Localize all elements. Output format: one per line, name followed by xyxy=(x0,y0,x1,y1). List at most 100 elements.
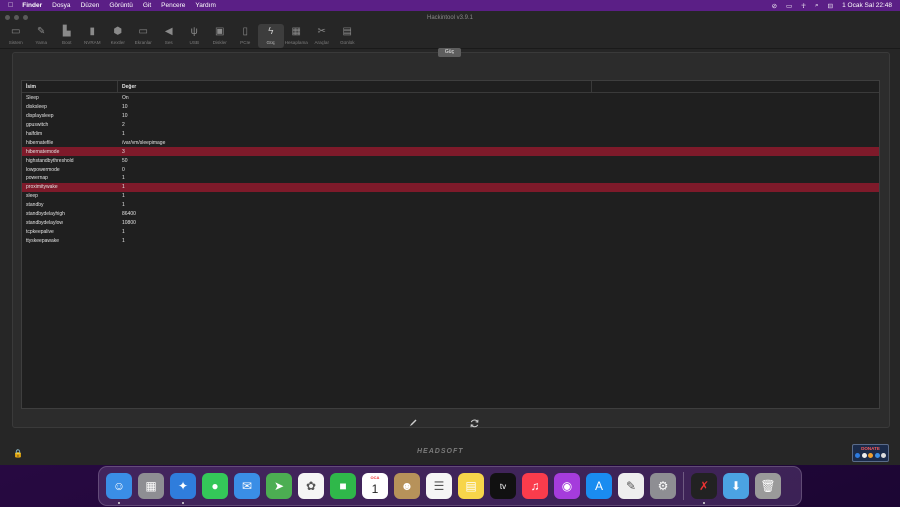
dock-trash-icon[interactable]: 🗑 xyxy=(755,473,781,499)
dock-messages-icon[interactable]: ● xyxy=(202,473,228,499)
power-settings-table[interactable]: İsim Değer Sleep On disksleep 10 displayslee… xyxy=(21,80,880,409)
toolbar-tab-power[interactable]: ϟ Güç xyxy=(258,24,284,48)
dock-app-store-icon[interactable]: A xyxy=(586,473,612,499)
edit-pencil-icon[interactable] xyxy=(408,418,418,428)
toolbar-tab-sound[interactable]: ◀ Ses xyxy=(156,24,182,48)
zoom-button[interactable] xyxy=(23,15,28,20)
cell-name: standbydelayhigh xyxy=(26,211,65,218)
toolbar-tab-system[interactable]: ▭ Sistem xyxy=(3,24,29,48)
toolbar-tab-label: Günlük xyxy=(339,40,355,45)
toolbar-tab-patch[interactable]: ✎ Yama xyxy=(29,24,55,48)
cell-name: highstandbythreshold xyxy=(26,157,74,164)
dock-notes-icon[interactable]: ▤ xyxy=(458,473,484,499)
accessibility-icon[interactable]: ☥ xyxy=(801,2,806,10)
table-row[interactable]: powernap 1 xyxy=(22,174,879,183)
toolbar-tab-pcie[interactable]: ▯ PCIe xyxy=(233,24,259,48)
search-icon[interactable]: ⌕ xyxy=(815,2,819,10)
table-row[interactable]: halfdim 1 xyxy=(22,130,879,139)
cell-name: hibernatemode xyxy=(26,148,60,155)
table-row[interactable]: hibernatemode 3 xyxy=(22,147,879,157)
donate-button[interactable]: DONATE xyxy=(852,444,889,462)
cell-value: 1 xyxy=(122,237,125,244)
menu-go[interactable]: Git xyxy=(143,2,151,9)
toolbar-tab-label: NVRAM xyxy=(83,40,101,45)
toolbar-tab-nvram[interactable]: ▮ NVRAM xyxy=(80,24,106,48)
menu-edit[interactable]: Düzen xyxy=(81,2,100,9)
dock-podcasts-icon[interactable]: ◉ xyxy=(554,473,580,499)
table-row[interactable]: proximitywake 1 xyxy=(22,182,879,192)
table-row[interactable]: tcpkeepalive 1 xyxy=(22,227,879,236)
running-indicator xyxy=(703,502,705,504)
menu-help[interactable]: Yardım xyxy=(195,2,215,9)
dock-music-icon[interactable]: ♫ xyxy=(522,473,548,499)
table-row[interactable]: displaysleep 10 xyxy=(22,112,879,121)
dock-launchpad-icon[interactable]: ▦ xyxy=(138,473,164,499)
kexts-icon: ⬢ xyxy=(113,26,123,37)
table-row[interactable]: ttyskeepawake 1 xyxy=(22,236,879,245)
toolbar-tab-label: PCIe xyxy=(240,40,251,45)
toolbar-tab-usb[interactable]: ψ USB xyxy=(182,24,208,48)
calculator-icon: ▦ xyxy=(291,26,301,37)
menu-window[interactable]: Pencere xyxy=(161,2,185,9)
minimize-button[interactable] xyxy=(14,15,19,20)
running-indicator xyxy=(182,502,184,504)
table-row[interactable]: Sleep On xyxy=(22,94,879,103)
toolbar-tab-displays[interactable]: ▭ Ekranlar xyxy=(131,24,157,48)
toolbar-tab-log[interactable]: ▤ Günlük xyxy=(335,24,361,48)
cell-value: 1 xyxy=(122,131,125,137)
toolbar-tab-calculator[interactable]: ▦ Hesaplama xyxy=(284,24,310,48)
cast-off-icon[interactable]: ⊘ xyxy=(772,2,777,10)
table-row[interactable]: disksleep 10 xyxy=(22,103,879,112)
column-header-name[interactable]: İsim xyxy=(22,80,118,93)
table-row[interactable]: hibernatefile/var/vm/sleepimage xyxy=(22,138,879,147)
toolbar-tab-label: Araçlar xyxy=(314,40,330,45)
toolbar-tab-boot[interactable]: ▙ Boot xyxy=(54,24,80,48)
toolbar-tab-label: Sistem xyxy=(8,40,23,45)
table-row[interactable]: sleep 1 xyxy=(22,192,879,201)
dock-downloads-icon[interactable]: ⬇ xyxy=(723,473,749,499)
power-group-button[interactable]: Güç xyxy=(438,48,461,57)
dock-calendar-icon[interactable]: OCA 1 xyxy=(362,473,388,499)
dock-apple-tv-icon[interactable]: tv xyxy=(490,473,516,499)
menubar-clock[interactable]: 1 Ocak Sal 22:48 xyxy=(842,2,892,9)
table-row[interactable]: standby 1 xyxy=(22,201,879,210)
refresh-icon[interactable] xyxy=(469,418,480,429)
dock-finder-icon[interactable]: ☺ xyxy=(106,473,132,504)
pcie-icon: ▯ xyxy=(242,26,248,37)
menu-view[interactable]: Görüntü xyxy=(109,2,133,9)
dock-photos-icon[interactable]: ✿ xyxy=(298,473,324,499)
table-row[interactable]: highstandbythreshold 50 xyxy=(22,156,879,165)
table-row[interactable]: lowpowermode 0 xyxy=(22,165,879,174)
control-center-icon[interactable]: ⊟ xyxy=(828,2,833,10)
toolbar-tab-label: Diskler xyxy=(212,40,227,45)
dock-contacts-icon[interactable]: ☻ xyxy=(394,473,420,499)
dock-reminders-icon[interactable]: ☰ xyxy=(426,473,452,499)
table-row[interactable]: standbydelaylow 10800 xyxy=(22,218,879,227)
column-header-value[interactable]: Değer xyxy=(118,80,592,93)
headsoft-logo: HEADSOFT xyxy=(417,448,464,455)
toolbar-tab-kexts[interactable]: ⬢ Kextler xyxy=(105,24,131,48)
dock-mail-icon[interactable]: ✉ xyxy=(234,473,260,499)
title-bar[interactable]: Hackintool v3.9.1 xyxy=(0,11,900,24)
paypal-icon xyxy=(855,453,860,458)
close-button[interactable] xyxy=(5,15,10,20)
table-row[interactable]: standbydelayhigh 86400 xyxy=(22,210,879,219)
dock: ☺ ▦ ✦ ● ✉ ➤ ✿ ■ OCA 1 ☻ ☰ ▤ tv ♫ ◉ A ✎ ⚙ ✗ ⬇ 🗑 xyxy=(98,466,802,506)
displays-icon: ▭ xyxy=(138,26,148,37)
menu-finder[interactable]: Finder xyxy=(22,2,42,9)
table-row[interactable]: gpuswitch 2 xyxy=(22,121,879,130)
toolbar-tab-tools[interactable]: ✂ Araçlar xyxy=(309,24,335,48)
table-body: Sleep On disksleep 10 displaysleep 10 gpuswitc… xyxy=(22,93,879,245)
dock-facetime-icon[interactable]: ■ xyxy=(330,473,356,499)
dock-hackintool-icon[interactable]: ✗ xyxy=(691,473,717,504)
lock-icon[interactable]: 🔒 xyxy=(13,449,23,458)
menu-file[interactable]: Dosya xyxy=(52,2,70,9)
dock-textedit-icon[interactable]: ✎ xyxy=(618,473,644,499)
dock-safari-icon[interactable]: ✦ xyxy=(170,473,196,504)
dock-maps-icon[interactable]: ➤ xyxy=(266,473,292,499)
toolbar-tab-label: Yama xyxy=(35,40,48,45)
dock-system-preferences-icon[interactable]: ⚙ xyxy=(650,473,676,499)
apple-menu-icon[interactable]:  xyxy=(8,2,13,9)
display-icon[interactable]: ▭ xyxy=(786,2,792,10)
toolbar-tab-disks[interactable]: ▣ Diskler xyxy=(207,24,233,48)
